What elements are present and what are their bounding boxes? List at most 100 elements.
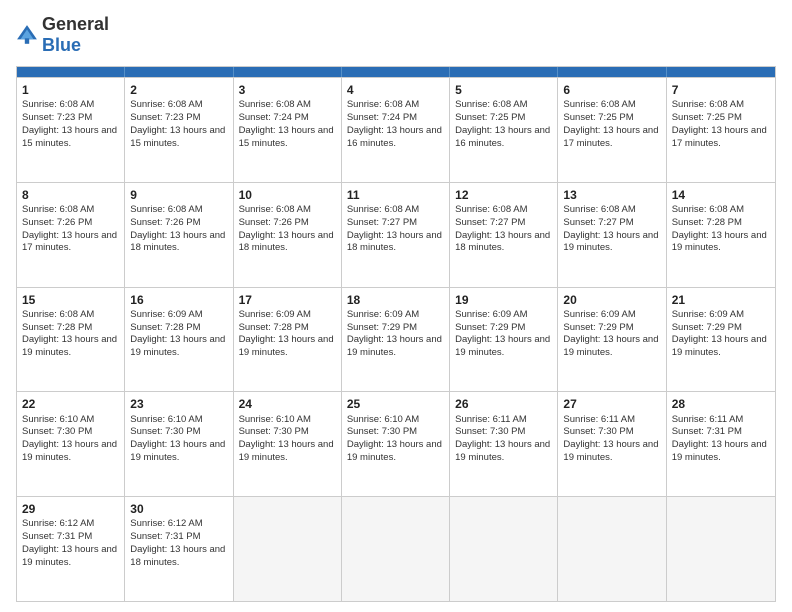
cell-w2-d3: 10Sunrise: 6:08 AM Sunset: 7:26 PM Dayli… [234,183,342,287]
header-friday [558,67,666,77]
day-number: 11 [347,187,444,203]
day-number: 5 [455,82,552,98]
cell-w4-d1: 22 Sunrise: 6:10 AM Sunset: 7:30 PM Dayli… [17,392,125,496]
cell-w3-d3: 17Sunrise: 6:09 AM Sunset: 7:28 PM Dayli… [234,288,342,392]
day-number: 27 [563,396,660,412]
cell-w5-d5 [450,497,558,601]
cell-w1-d7: 7Sunrise: 6:08 AM Sunset: 7:25 PM Daylig… [667,78,775,182]
day-number: 9 [130,187,227,203]
day-info: Sunrise: 6:09 AM Sunset: 7:28 PM Dayligh… [239,309,336,360]
day-number: 3 [239,82,336,98]
day-info: Sunrise: 6:08 AM Sunset: 7:27 PM Dayligh… [347,204,444,255]
day-info: Sunrise: 6:08 AM Sunset: 7:24 PM Dayligh… [347,99,444,150]
cell-w3-d6: 20Sunrise: 6:09 AM Sunset: 7:29 PM Dayli… [558,288,666,392]
header-tuesday [234,67,342,77]
calendar-body: 1Sunrise: 6:08 AM Sunset: 7:23 PM Daylig… [17,77,775,601]
cell-w2-d2: 9Sunrise: 6:08 AM Sunset: 7:26 PM Daylig… [125,183,233,287]
cell-w4-d5: 26Sunrise: 6:11 AM Sunset: 7:30 PM Dayli… [450,392,558,496]
logo-text: General Blue [42,14,109,56]
day-info: Sunrise: 6:10 AM Sunset: 7:30 PM Dayligh… [239,414,336,465]
day-number: 24 [239,396,336,412]
logo-icon [16,24,38,46]
cell-w1-d5: 5Sunrise: 6:08 AM Sunset: 7:25 PM Daylig… [450,78,558,182]
day-info: Sunrise: 6:11 AM Sunset: 7:30 PM Dayligh… [563,414,660,465]
cell-w5-d2: 30Sunrise: 6:12 AM Sunset: 7:31 PM Dayli… [125,497,233,601]
cell-w1-d2: 2Sunrise: 6:08 AM Sunset: 7:23 PM Daylig… [125,78,233,182]
cell-w5-d4 [342,497,450,601]
header-monday [125,67,233,77]
cell-w2-d4: 11Sunrise: 6:08 AM Sunset: 7:27 PM Dayli… [342,183,450,287]
week-row-4: 22 Sunrise: 6:10 AM Sunset: 7:30 PM Dayli… [17,391,775,496]
header-wednesday [342,67,450,77]
cell-w1-d6: 6Sunrise: 6:08 AM Sunset: 7:25 PM Daylig… [558,78,666,182]
day-number: 7 [672,82,770,98]
cell-w3-d2: 16Sunrise: 6:09 AM Sunset: 7:28 PM Dayli… [125,288,233,392]
week-row-3: 15Sunrise: 6:08 AM Sunset: 7:28 PM Dayli… [17,287,775,392]
logo-general: General [42,14,109,34]
day-number: 22 [22,396,119,412]
day-info: Sunrise: 6:12 AM Sunset: 7:31 PM Dayligh… [130,518,227,569]
day-info: Sunrise: 6:09 AM Sunset: 7:29 PM Dayligh… [347,309,444,360]
day-info: Sunrise: 6:08 AM Sunset: 7:26 PM Dayligh… [239,204,336,255]
day-number: 14 [672,187,770,203]
cell-w3-d7: 21Sunrise: 6:09 AM Sunset: 7:29 PM Dayli… [667,288,775,392]
day-info: Sunrise: 6:10 AM Sunset: 7:30 PM Dayligh… [130,414,227,465]
cell-w3-d4: 18Sunrise: 6:09 AM Sunset: 7:29 PM Dayli… [342,288,450,392]
day-number: 13 [563,187,660,203]
cell-w1-d1: 1Sunrise: 6:08 AM Sunset: 7:23 PM Daylig… [17,78,125,182]
cell-w2-d5: 12Sunrise: 6:08 AM Sunset: 7:27 PM Dayli… [450,183,558,287]
calendar-header [17,67,775,77]
day-number: 17 [239,292,336,308]
week-row-2: 8Sunrise: 6:08 AM Sunset: 7:26 PM Daylig… [17,182,775,287]
cell-w2-d7: 14Sunrise: 6:08 AM Sunset: 7:28 PM Dayli… [667,183,775,287]
cell-w2-d6: 13Sunrise: 6:08 AM Sunset: 7:27 PM Dayli… [558,183,666,287]
cell-w3-d1: 15Sunrise: 6:08 AM Sunset: 7:28 PM Dayli… [17,288,125,392]
day-number: 4 [347,82,444,98]
day-info: Sunrise: 6:08 AM Sunset: 7:25 PM Dayligh… [563,99,660,150]
day-number: 15 [22,292,119,308]
day-number: 19 [455,292,552,308]
day-number: 28 [672,396,770,412]
day-number: 6 [563,82,660,98]
day-number: 18 [347,292,444,308]
day-info: Sunrise: 6:08 AM Sunset: 7:25 PM Dayligh… [455,99,552,150]
header-saturday [667,67,775,77]
cell-w4-d3: 24 Sunrise: 6:10 AM Sunset: 7:30 PM Dayli… [234,392,342,496]
day-info: Sunrise: 6:08 AM Sunset: 7:24 PM Dayligh… [239,99,336,150]
day-info: Sunrise: 6:08 AM Sunset: 7:23 PM Dayligh… [22,99,119,150]
day-info: Sunrise: 6:09 AM Sunset: 7:29 PM Dayligh… [563,309,660,360]
cell-w5-d1: 29Sunrise: 6:12 AM Sunset: 7:31 PM Dayli… [17,497,125,601]
day-number: 8 [22,187,119,203]
cell-w1-d4: 4Sunrise: 6:08 AM Sunset: 7:24 PM Daylig… [342,78,450,182]
day-info: Sunrise: 6:08 AM Sunset: 7:27 PM Dayligh… [563,204,660,255]
day-number: 20 [563,292,660,308]
cell-w2-d1: 8Sunrise: 6:08 AM Sunset: 7:26 PM Daylig… [17,183,125,287]
day-info: Sunrise: 6:08 AM Sunset: 7:26 PM Dayligh… [22,204,119,255]
cell-w4-d2: 23Sunrise: 6:10 AM Sunset: 7:30 PM Dayli… [125,392,233,496]
day-info: Sunrise: 6:08 AM Sunset: 7:25 PM Dayligh… [672,99,770,150]
header: General Blue [16,14,776,56]
day-number: 21 [672,292,770,308]
cell-w5-d6 [558,497,666,601]
day-info: Sunrise: 6:09 AM Sunset: 7:28 PM Dayligh… [130,309,227,360]
day-info: Sunrise: 6:10 AM Sunset: 7:30 PM Dayligh… [347,414,444,465]
cell-w3-d5: 19Sunrise: 6:09 AM Sunset: 7:29 PM Dayli… [450,288,558,392]
day-number: 12 [455,187,552,203]
header-thursday [450,67,558,77]
day-info: Sunrise: 6:10 AM Sunset: 7:30 PM Dayligh… [22,414,119,465]
day-number: 1 [22,82,119,98]
day-info: Sunrise: 6:08 AM Sunset: 7:27 PM Dayligh… [455,204,552,255]
logo: General Blue [16,14,109,56]
day-info: Sunrise: 6:08 AM Sunset: 7:26 PM Dayligh… [130,204,227,255]
day-info: Sunrise: 6:09 AM Sunset: 7:29 PM Dayligh… [455,309,552,360]
header-sunday [17,67,125,77]
day-number: 25 [347,396,444,412]
day-info: Sunrise: 6:11 AM Sunset: 7:30 PM Dayligh… [455,414,552,465]
day-info: Sunrise: 6:08 AM Sunset: 7:28 PM Dayligh… [22,309,119,360]
day-number: 30 [130,501,227,517]
cell-w1-d3: 3Sunrise: 6:08 AM Sunset: 7:24 PM Daylig… [234,78,342,182]
cell-w4-d4: 25 Sunrise: 6:10 AM Sunset: 7:30 PM Dayli… [342,392,450,496]
week-row-5: 29Sunrise: 6:12 AM Sunset: 7:31 PM Dayli… [17,496,775,601]
logo-blue: Blue [42,35,81,55]
day-info: Sunrise: 6:08 AM Sunset: 7:28 PM Dayligh… [672,204,770,255]
